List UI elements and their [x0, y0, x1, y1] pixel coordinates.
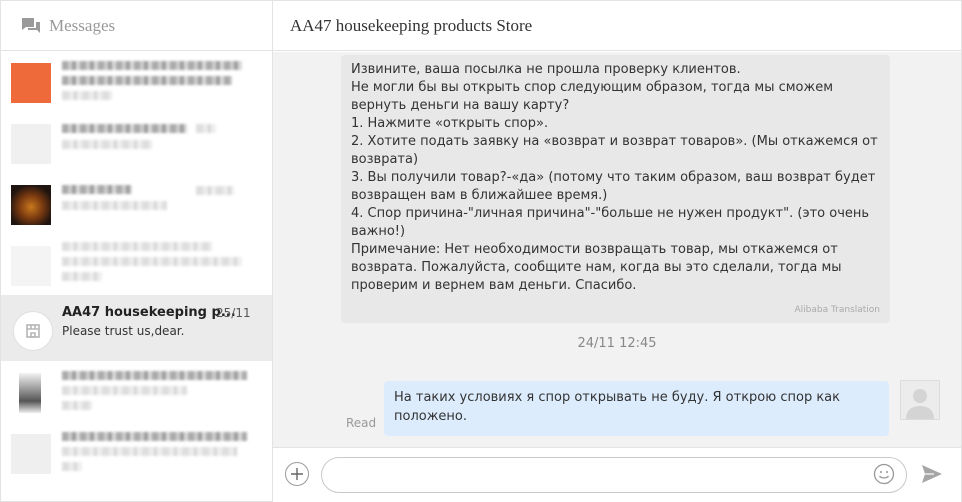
conversation-item-blurred-5[interactable] [1, 361, 272, 422]
outgoing-message-bubble: На таких условиях я спор открывать не бу… [384, 381, 889, 436]
conversation-item-blurred-1[interactable] [1, 51, 272, 112]
conversation-last-message: Please trust us,dear. [62, 324, 185, 338]
message-input[interactable] [321, 457, 907, 493]
redacted-text [62, 91, 112, 100]
conversation-item-blurred-2[interactable] [1, 112, 272, 173]
store-avatar [13, 311, 53, 351]
conversation-thumbnail [11, 185, 51, 225]
redacted-text [62, 76, 232, 85]
conversation-thumbnail [11, 124, 51, 164]
messenger-window: Messages AA47 housekeeping p... 25/11 Pl… [0, 0, 962, 502]
conversation-thumbnail [11, 63, 51, 103]
conversation-item-blurred-4[interactable] [1, 234, 272, 295]
conversation-date: 25/11 [216, 306, 251, 320]
store-title: AA47 housekeeping products Store [290, 15, 533, 35]
message-history[interactable]: Извините, ваша посылка не прошла проверк… [273, 52, 961, 447]
redacted-text [62, 61, 242, 70]
conversation-thumbnail [19, 373, 41, 413]
chat-header: AA47 housekeeping products Store [273, 1, 961, 51]
conversation-thumbnail [11, 246, 51, 286]
redacted-text [62, 124, 187, 133]
redacted-text [62, 272, 102, 281]
conversation-item-blurred-3[interactable] [1, 173, 272, 234]
redacted-text [62, 185, 132, 194]
conversation-sidebar: Messages AA47 housekeeping p... 25/11 Pl… [1, 1, 273, 501]
incoming-message-text: Извините, ваша посылка не прошла проверк… [351, 62, 878, 293]
store-icon [26, 324, 40, 338]
redacted-text [196, 124, 216, 133]
redacted-text [62, 462, 82, 471]
redacted-text [62, 201, 167, 210]
redacted-text [196, 186, 234, 195]
paper-plane-icon[interactable] [921, 464, 943, 484]
conversation-item-blurred-6[interactable] [1, 422, 272, 483]
read-status: Read [346, 416, 377, 430]
user-avatar-icon [906, 389, 934, 419]
message-timestamp: 24/11 12:45 [577, 336, 657, 351]
sidebar-header: Messages [1, 1, 272, 51]
redacted-text [62, 140, 152, 149]
redacted-text [62, 432, 247, 441]
chat-bubbles-icon [22, 17, 40, 33]
message-composer [273, 447, 961, 502]
chat-panel: AA47 housekeeping products Store Извинит… [273, 1, 961, 502]
incoming-message-bubble: Извините, ваша посылка не прошла проверк… [341, 55, 890, 323]
redacted-text [62, 257, 242, 266]
sidebar-title: Messages [49, 15, 116, 35]
user-avatar [900, 380, 940, 420]
redacted-text [62, 401, 92, 410]
plus-icon [291, 468, 303, 480]
redacted-text [62, 371, 247, 380]
redacted-text [62, 386, 187, 395]
smiley-icon[interactable] [873, 463, 895, 485]
conversation-item-active[interactable]: AA47 housekeeping p... 25/11 Please trus… [1, 295, 272, 361]
conversation-name: AA47 housekeeping p... [62, 305, 236, 320]
add-attachment-button[interactable] [285, 462, 309, 486]
redacted-text [62, 447, 237, 456]
conversation-thumbnail [11, 434, 51, 474]
translation-label: Alibaba Translation [794, 305, 880, 315]
outgoing-message-text: На таких условиях я спор открывать не бу… [394, 390, 840, 424]
redacted-text [62, 242, 212, 251]
